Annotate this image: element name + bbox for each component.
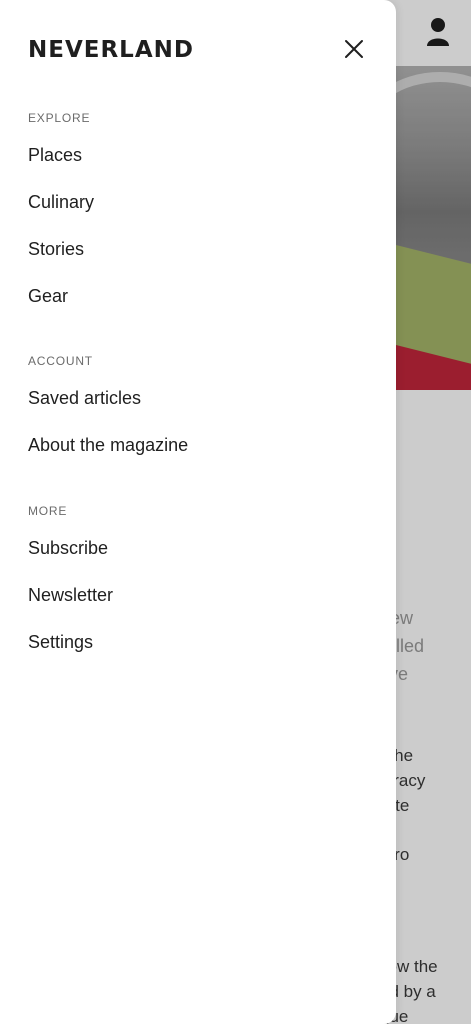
close-button[interactable] — [338, 35, 370, 67]
nav-item-about-magazine[interactable]: About the magazine — [28, 435, 188, 456]
nav-item-places[interactable]: Places — [28, 145, 82, 166]
navigation-drawer: NEVERLAND EXPLORE Places Culinary Storie… — [0, 0, 396, 1024]
nav-item-newsletter[interactable]: Newsletter — [28, 585, 113, 606]
nav-item-saved-articles[interactable]: Saved articles — [28, 388, 141, 409]
close-icon — [344, 39, 364, 64]
nav-item-settings[interactable]: Settings — [28, 632, 93, 653]
nav-item-culinary[interactable]: Culinary — [28, 192, 94, 213]
nav-item-subscribe[interactable]: Subscribe — [28, 538, 108, 559]
section-label-explore: EXPLORE — [28, 111, 91, 125]
section-label-more: MORE — [28, 504, 68, 518]
section-label-account: ACCOUNT — [28, 354, 93, 368]
nav-item-stories[interactable]: Stories — [28, 239, 84, 260]
brand-logo: NEVERLAND — [28, 37, 194, 63]
nav-item-gear[interactable]: Gear — [28, 286, 68, 307]
app-screen: new rolled tive f the piracy rate etro o… — [0, 0, 471, 1024]
